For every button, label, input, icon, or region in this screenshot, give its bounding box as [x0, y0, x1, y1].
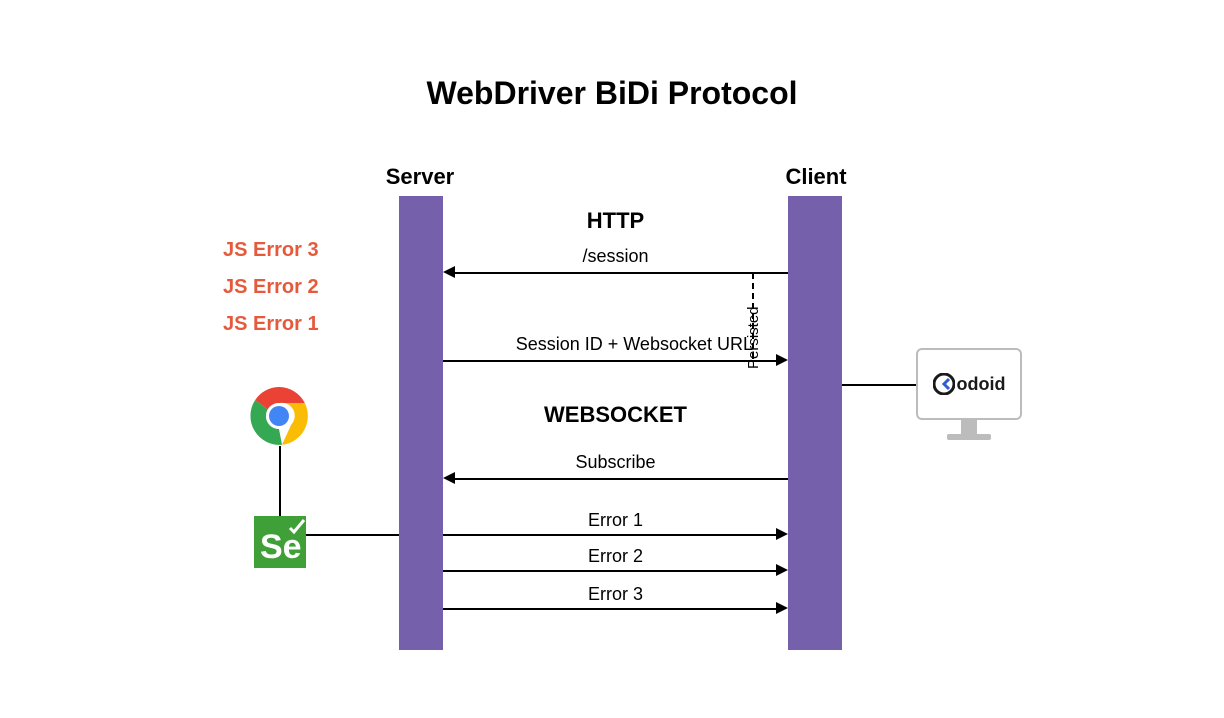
monitor-screen: odoid — [916, 348, 1022, 420]
server-bar — [399, 196, 443, 650]
client-bar — [788, 196, 842, 650]
diagram-title: WebDriver BiDi Protocol — [0, 75, 1224, 112]
response-arrow — [443, 360, 776, 362]
monitor-stand — [961, 420, 977, 434]
error2-arrow-head — [776, 564, 788, 576]
error2-msg: Error 2 — [443, 546, 788, 567]
error2-arrow — [443, 570, 776, 572]
client-label: Client — [756, 164, 876, 190]
chrome-to-selenium-line — [279, 446, 281, 516]
response-arrow-head — [776, 354, 788, 366]
brand-text: odoid — [957, 374, 1006, 395]
session-arrow-head — [443, 266, 455, 278]
svg-text:Se: Se — [260, 528, 302, 566]
subscribe-msg: Subscribe — [443, 452, 788, 473]
error3-arrow-head — [776, 602, 788, 614]
js-error-item: JS Error 1 — [223, 313, 319, 336]
monitor-base — [947, 434, 991, 440]
client-to-monitor-line — [842, 384, 916, 386]
selenium-to-server-line — [306, 534, 399, 536]
response-msg: Session ID + Websocket URL — [443, 334, 753, 355]
session-msg: /session — [443, 246, 788, 267]
error3-msg: Error 3 — [443, 584, 788, 605]
websocket-section-label: WEBSOCKET — [443, 402, 788, 428]
js-error-item: JS Error 2 — [223, 276, 319, 299]
server-label: Server — [360, 164, 480, 190]
session-arrow — [455, 272, 788, 274]
client-monitor: odoid — [916, 348, 1022, 440]
js-errors-list: JS Error 3 JS Error 2 JS Error 1 — [223, 239, 319, 350]
error1-msg: Error 1 — [443, 510, 788, 531]
brand-c-icon — [933, 373, 955, 395]
subscribe-arrow — [455, 478, 788, 480]
selenium-icon: Se — [254, 516, 306, 568]
subscribe-arrow-head — [443, 472, 455, 484]
http-section-label: HTTP — [443, 208, 788, 234]
error3-arrow — [443, 608, 776, 610]
error1-arrow — [443, 534, 776, 536]
error1-arrow-head — [776, 528, 788, 540]
js-error-item: JS Error 3 — [223, 239, 319, 262]
chrome-icon — [249, 386, 309, 446]
